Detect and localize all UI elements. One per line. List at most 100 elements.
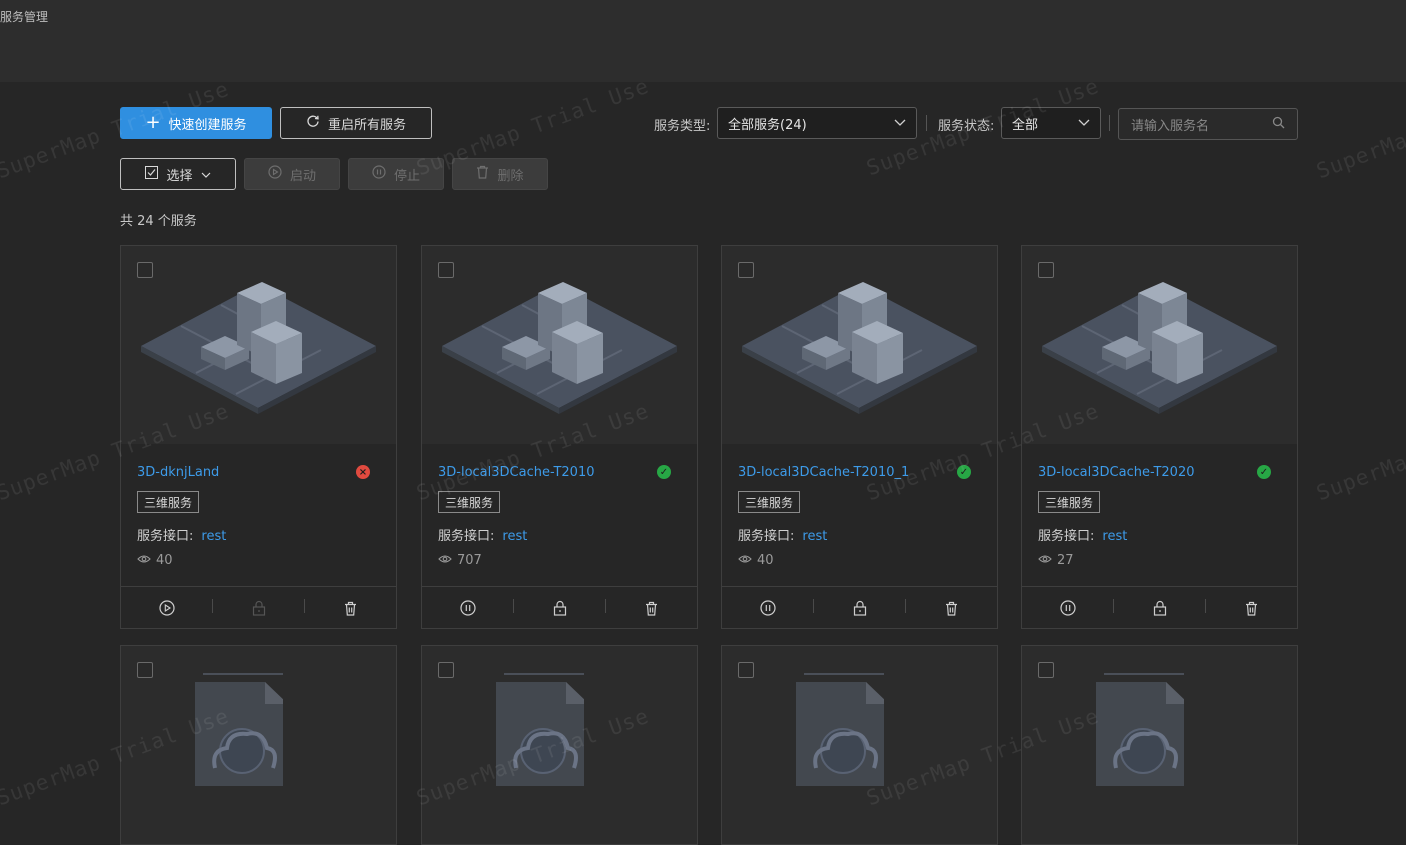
view-count-value: 40 (757, 553, 774, 568)
service-interface: 服务接口: rest (137, 525, 226, 544)
service-card[interactable] (120, 645, 397, 845)
card-checkbox[interactable] (1038, 262, 1054, 278)
trash-icon[interactable] (1242, 599, 1260, 617)
status-error-icon: × (356, 465, 370, 479)
lock-icon[interactable] (250, 599, 268, 617)
action-divider (513, 599, 514, 613)
service-title-link[interactable]: 3D-local3DCache-T2020 (1038, 465, 1195, 480)
service-card[interactable]: 3D-local3DCache-T2010_1 ✓ 三维服务服务接口: rest 40 (721, 245, 998, 629)
service-thumbnail (1022, 246, 1297, 444)
top-bar: 服务管理 (0, 0, 1406, 82)
search-icon[interactable] (1272, 116, 1285, 133)
quick-create-button[interactable]: + 快速创建服务 (120, 107, 272, 139)
stop-button[interactable]: 停止 (348, 158, 444, 190)
card-actions (422, 586, 697, 628)
service-title-link[interactable]: 3D-local3DCache-T2010 (438, 465, 595, 480)
interface-rest-link[interactable]: rest (502, 529, 527, 544)
delete-button[interactable]: 删除 (452, 158, 548, 190)
refresh-icon (306, 114, 320, 132)
city-3d-icon (442, 282, 677, 414)
eye-icon (738, 553, 752, 568)
restart-all-button[interactable]: 重启所有服务 (280, 107, 432, 139)
interface-label: 服务接口: (738, 529, 795, 544)
search-input[interactable]: 请输入服务名 (1118, 108, 1298, 140)
interface-label: 服务接口: (438, 529, 495, 544)
action-divider (1205, 599, 1206, 613)
service-status-select[interactable]: 全部 (1001, 107, 1101, 139)
service-interface: 服务接口: rest (738, 525, 827, 544)
checkbox-icon (145, 165, 159, 183)
breadcrumb: 服务管理 (0, 10, 49, 24)
status-ok-icon: ✓ (957, 465, 971, 479)
plus-icon: + (145, 112, 161, 133)
eye-icon (137, 553, 151, 568)
document-cloud-icon (1034, 646, 1195, 790)
status-ok-icon: ✓ (657, 465, 671, 479)
document-cloud-icon (734, 646, 895, 790)
service-title-link[interactable]: 3D-dknjLand (137, 465, 219, 480)
card-actions (722, 586, 997, 628)
service-type-tag: 三维服务 (137, 491, 200, 513)
action-divider (905, 599, 906, 613)
interface-rest-link[interactable]: rest (201, 529, 226, 544)
quick-create-label: 快速创建服务 (168, 117, 247, 133)
service-status-value: 全部 (1012, 117, 1039, 133)
lock-icon[interactable] (551, 599, 569, 617)
view-count: 40 (137, 553, 173, 568)
city-3d-icon (1042, 282, 1277, 414)
action-divider (605, 599, 606, 613)
trash-icon[interactable] (642, 599, 660, 617)
service-card[interactable]: 3D-local3DCache-T2020 ✓ 三维服务服务接口: rest 27 (1021, 245, 1298, 629)
service-status-label: 服务状态: (938, 119, 995, 134)
trash-icon[interactable] (341, 599, 359, 617)
service-count: 共 24 个服务 (120, 214, 197, 229)
toolbar-divider (1109, 115, 1110, 131)
lock-icon[interactable] (851, 599, 869, 617)
service-thumbnail (121, 246, 396, 444)
card-checkbox[interactable] (137, 262, 153, 278)
trash-icon[interactable] (942, 599, 960, 617)
start-button[interactable]: 启动 (244, 158, 340, 190)
chevron-down-icon (1078, 116, 1090, 131)
action-divider (813, 599, 814, 613)
eye-icon (438, 553, 452, 568)
card-checkbox[interactable] (738, 262, 754, 278)
service-card[interactable] (1021, 645, 1298, 845)
service-thumbnail (722, 246, 997, 444)
interface-label: 服务接口: (1038, 529, 1095, 544)
card-actions (1022, 586, 1297, 628)
card-checkbox[interactable] (438, 262, 454, 278)
card-actions (121, 586, 396, 628)
service-type-tag: 三维服务 (438, 491, 501, 513)
interface-rest-link[interactable]: rest (1102, 529, 1127, 544)
view-count-value: 40 (156, 553, 173, 568)
watermark-text: SuperMap Trial Use (1313, 399, 1406, 506)
play-circle-icon[interactable] (158, 599, 176, 617)
watermark-text: SuperMap Trial Use (1313, 77, 1406, 184)
play-circle-icon (268, 165, 282, 183)
service-card[interactable]: 3D-dknjLand × 三维服务服务接口: rest 40 (120, 245, 397, 629)
pause-circle-icon[interactable] (459, 599, 477, 617)
service-interface: 服务接口: rest (1038, 525, 1127, 544)
service-thumbnail (422, 246, 697, 444)
view-count: 27 (1038, 553, 1074, 568)
service-card[interactable] (721, 645, 998, 845)
lock-icon[interactable] (1151, 599, 1169, 617)
service-card[interactable] (421, 645, 698, 845)
service-type-label: 服务类型: (654, 119, 711, 134)
interface-rest-link[interactable]: rest (802, 529, 827, 544)
start-label: 启动 (289, 168, 316, 184)
service-type-select[interactable]: 全部服务(24) (717, 107, 917, 139)
service-type-tag: 三维服务 (738, 491, 801, 513)
service-type-tag: 三维服务 (1038, 491, 1101, 513)
status-ok-icon: ✓ (1257, 465, 1271, 479)
select-dropdown-button[interactable]: 选择 (120, 158, 236, 190)
action-divider (1113, 599, 1114, 613)
pause-circle-icon[interactable] (759, 599, 777, 617)
view-count-value: 707 (457, 553, 482, 568)
service-card[interactable]: 3D-local3DCache-T2010 ✓ 三维服务服务接口: rest 707 (421, 245, 698, 629)
pause-circle-icon[interactable] (1059, 599, 1077, 617)
city-3d-icon (742, 282, 977, 414)
service-title-link[interactable]: 3D-local3DCache-T2010_1 (738, 465, 909, 480)
action-divider (304, 599, 305, 613)
